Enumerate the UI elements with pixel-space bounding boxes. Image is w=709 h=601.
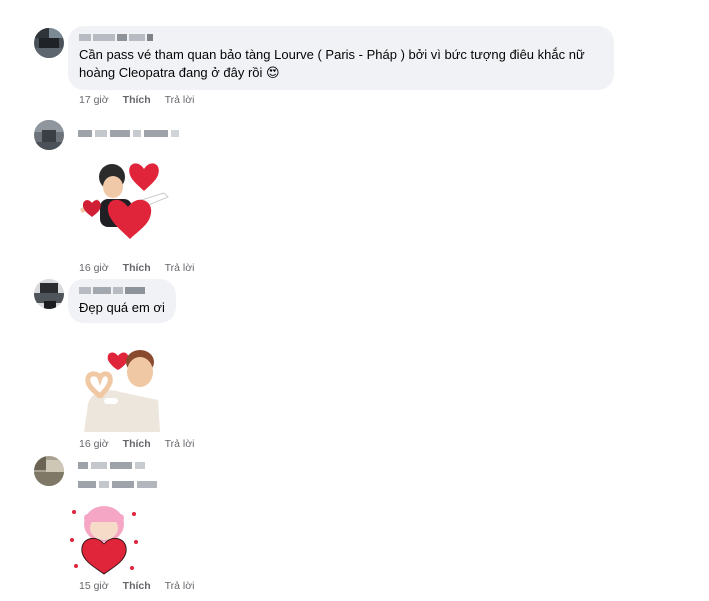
reply-button[interactable]: Trả lời: [165, 262, 195, 274]
comment-text: Đẹp quá em ơi: [79, 300, 165, 315]
comment-actions: 17 giờ Thích Trả lời: [79, 94, 195, 106]
timestamp[interactable]: 15 giờ: [79, 580, 109, 592]
author-subname-blurred: [78, 481, 157, 488]
reply-button[interactable]: Trả lời: [165, 94, 195, 106]
author-name-blurred[interactable]: [78, 130, 179, 137]
timestamp[interactable]: 16 giờ: [79, 262, 109, 274]
boy-heart-hands-sticker: [84, 350, 160, 432]
timestamp[interactable]: 16 giờ: [79, 438, 109, 450]
avatar[interactable]: [34, 120, 64, 150]
comment-actions: 16 giờ Thích Trả lời: [79, 438, 195, 450]
avatar[interactable]: [34, 279, 64, 309]
author-name-blurred[interactable]: [78, 462, 145, 469]
comment-bubble: Đẹp quá em ơi: [68, 279, 176, 323]
author-name-blurred[interactable]: [79, 286, 165, 295]
comment-actions: 15 giờ Thích Trả lời: [79, 580, 195, 592]
comment-bubble: Cần pass vé tham quan bảo tàng Lourve ( …: [68, 26, 614, 90]
like-button[interactable]: Thích: [123, 438, 151, 450]
like-button[interactable]: Thích: [123, 94, 151, 106]
timestamp[interactable]: 17 giờ: [79, 94, 109, 106]
author-name-blurred[interactable]: [79, 33, 603, 42]
heart-icon: [107, 352, 129, 370]
comment-text: Cần pass vé tham quan bảo tàng Lourve ( …: [79, 47, 585, 80]
avatar[interactable]: [34, 456, 64, 486]
heart-icon: [81, 537, 127, 575]
like-button[interactable]: Thích: [123, 580, 151, 592]
pink-hair-girl-heart-sticker: [70, 506, 138, 575]
reply-button[interactable]: Trả lời: [165, 580, 195, 592]
comment-actions: 16 giờ Thích Trả lời: [79, 262, 195, 274]
like-button[interactable]: Thích: [123, 262, 151, 274]
boy-with-hearts-sticker: [80, 163, 169, 239]
avatar[interactable]: [34, 28, 64, 58]
reply-button[interactable]: Trả lời: [165, 438, 195, 450]
heart-icon: [107, 199, 152, 239]
heart-icon: [129, 163, 159, 191]
